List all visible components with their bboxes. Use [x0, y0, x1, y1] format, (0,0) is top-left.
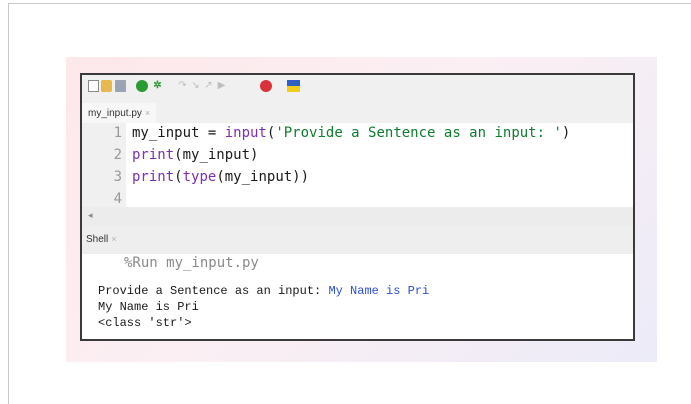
toolbar: ✲ ↷ ↘ ↗ ▶ [82, 75, 633, 101]
resume-icon[interactable]: ▶ [216, 80, 227, 92]
new-file-icon[interactable] [88, 80, 99, 92]
open-file-icon[interactable] [101, 80, 112, 92]
tab-label: my_input.py [88, 108, 142, 119]
code-editor[interactable]: 1 my_input = input('Provide a Sentence as… [82, 123, 633, 207]
shell-prompt-line: Provide a Sentence as an input: My Name … [98, 284, 429, 298]
ide-window: ✲ ↷ ↘ ↗ ▶ my_input.py × 1 my_input = input… [80, 73, 635, 341]
frame-top-border [8, 3, 691, 4]
run-command: %Run my_input.py [124, 255, 259, 271]
flag-icon[interactable] [287, 80, 300, 92]
debug-icon[interactable]: ✲ [152, 80, 163, 92]
code-string: 'Provide a Sentence as an input: ' [275, 125, 562, 141]
step-over-icon[interactable]: ↷ [177, 80, 188, 92]
step-into-icon[interactable]: ↘ [190, 80, 201, 92]
save-icon[interactable] [115, 80, 126, 92]
shell-tab-label: Shell [86, 234, 109, 245]
line-number: 1 [113, 125, 122, 141]
code-token: ( [174, 169, 183, 185]
stop-icon[interactable] [260, 80, 272, 92]
frame-left-border [8, 3, 9, 404]
shell-tabbar: Shell × [82, 226, 633, 254]
tab-shell[interactable]: Shell × [86, 234, 117, 245]
code-keyword: type [182, 169, 217, 185]
code-text: print(my_input) [132, 144, 258, 166]
code-text: print(type(my_input)) [132, 166, 309, 188]
prompt-text: Provide a Sentence as an input: [98, 284, 329, 298]
code-token: (my_input) [174, 147, 259, 163]
horizontal-scrollbar[interactable]: ◂ [82, 207, 633, 226]
shell-console[interactable]: %Run my_input.py Provide a Sentence as a… [82, 254, 633, 339]
line-number: 2 [113, 147, 122, 163]
code-token: (my_input)) [216, 169, 310, 185]
code-token: ) [561, 125, 571, 141]
code-text: my_input = input('Provide a Sentence as … [132, 122, 570, 144]
tab-my-input[interactable]: my_input.py × [82, 103, 157, 123]
code-keyword: print [132, 147, 175, 163]
code-token: my_input = [132, 125, 225, 141]
step-out-icon[interactable]: ↗ [203, 80, 214, 92]
user-input-text: My Name is Pri [328, 284, 430, 298]
code-keyword: input [224, 125, 267, 141]
editor-tabbar: my_input.py × [82, 101, 633, 123]
run-icon[interactable] [136, 80, 148, 92]
scroll-left-icon[interactable]: ◂ [88, 210, 93, 221]
close-icon[interactable]: × [111, 234, 116, 244]
shell-output-line: My Name is Pri [98, 300, 199, 314]
shell-output-line: <class 'str'> [98, 316, 192, 330]
close-icon[interactable]: × [145, 108, 150, 118]
line-number: 3 [113, 169, 122, 185]
code-keyword: print [132, 169, 175, 185]
